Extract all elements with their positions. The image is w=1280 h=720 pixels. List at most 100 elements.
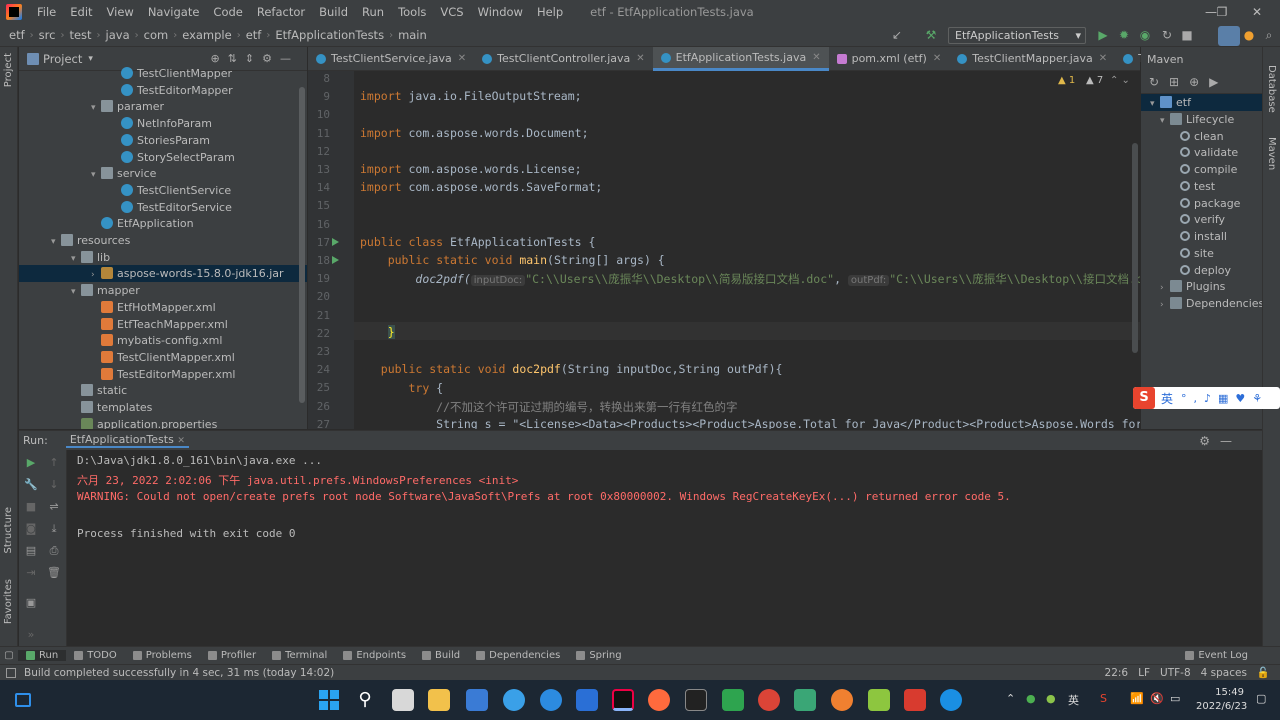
widgets-icon[interactable] (12, 689, 34, 711)
menu-refactor[interactable]: Refactor (250, 0, 312, 24)
sogou-ime-toolbar[interactable]: S 英 °,♪▦♥⚘ (1133, 387, 1280, 409)
exit-icon[interactable]: ⇥ (24, 566, 38, 580)
tool-window-endpoints[interactable]: Endpoints (335, 650, 414, 661)
run-tab[interactable]: EtfApplicationTests ✕ (65, 433, 189, 448)
indent-setting[interactable]: 4 spaces (1201, 667, 1247, 679)
store-icon[interactable] (466, 689, 488, 711)
navicat-icon[interactable] (868, 689, 890, 711)
project-tree-item[interactable]: TestClientMapper (19, 65, 307, 82)
editor-tab[interactable]: TestClientMapper.java ✕ (949, 47, 1115, 71)
console-output[interactable]: D:\Java\jdk1.8.0_161\bin\java.exe ... 六月 … (67, 450, 1262, 646)
status-message[interactable]: Build completed successfully in 4 sec, 3… (24, 667, 334, 679)
menu-file[interactable]: File (30, 0, 63, 24)
chevron-down-icon[interactable]: ▾ (88, 54, 93, 64)
project-tree-item[interactable]: application.properties (19, 416, 307, 429)
code-editor[interactable]: 8 9 10 11 12 13 14 15 16 17 18 19 20 21 22 23 24 25 26 27 ▲… (308, 71, 1140, 429)
project-tree-item[interactable]: ▾ lib (19, 249, 307, 266)
project-tree-item[interactable]: StorySelectParam (19, 149, 307, 166)
menu-help[interactable]: Help (530, 0, 570, 24)
project-tree-item[interactable]: ▾ resources (19, 232, 307, 249)
maven-toolbar[interactable]: ↻⊞⊕▶ (1141, 71, 1262, 94)
ime-tool-icons[interactable]: °,♪▦♥⚘ (1181, 392, 1269, 405)
project-tree-item[interactable]: TestEditorService (19, 199, 307, 216)
project-tree-item[interactable]: StoriesParam (19, 132, 307, 149)
close-tab-icon[interactable]: ✕ (1099, 47, 1107, 71)
update-icon[interactable]: ● (1242, 28, 1256, 42)
maven-tree-item[interactable]: site (1141, 245, 1262, 262)
tray-app-icon[interactable]: ● (1026, 692, 1036, 705)
task-view-icon[interactable] (392, 689, 414, 711)
run-class-gutter-icon[interactable] (332, 238, 339, 246)
project-tree-item[interactable]: TestEditorMapper.xml (19, 366, 307, 383)
notepad-icon[interactable] (576, 689, 598, 711)
search-everywhere-icon[interactable]: ⌕ (1262, 28, 1276, 42)
tray-sogou-icon[interactable]: S (1100, 692, 1107, 705)
scroll-down-icon[interactable]: ↓ (47, 478, 61, 492)
terminal-icon[interactable] (685, 689, 707, 711)
search-icon[interactable]: ⚲ (354, 689, 376, 711)
sublime-icon[interactable] (794, 689, 816, 711)
pin-icon[interactable]: ▣ (24, 596, 38, 610)
project-tool-tab[interactable]: Project (3, 53, 14, 87)
editor-tab[interactable]: pom.xml (etf) ✕ (829, 47, 950, 71)
volume-icon[interactable]: 🔇 (1150, 692, 1164, 705)
project-tree-item[interactable]: ▾ service (19, 165, 307, 182)
sogou-search-icon[interactable] (831, 689, 853, 711)
start-icon[interactable] (318, 689, 340, 711)
close-tab-icon[interactable]: ✕ (812, 46, 820, 70)
stop-icon[interactable]: ■ (24, 500, 38, 514)
back-arrow-icon[interactable]: ↙ (890, 28, 904, 42)
caret-position[interactable]: 22:6 (1105, 667, 1129, 679)
breadcrumb-item[interactable]: example (179, 28, 235, 42)
menu-window[interactable]: Window (471, 0, 530, 24)
project-tree-item[interactable]: static (19, 382, 307, 399)
maven-tree-item[interactable]: › Dependencies (1141, 295, 1262, 312)
menu-vcs[interactable]: VCS (433, 0, 470, 24)
close-icon[interactable]: ✕ (177, 436, 185, 446)
chrome-icon[interactable] (758, 689, 780, 711)
battery-icon[interactable]: ▭ (1170, 692, 1180, 705)
trash-icon[interactable]: 🗑 (47, 566, 61, 580)
camera-icon[interactable]: ◙ (24, 522, 38, 536)
event-log-button[interactable]: Event Log (1177, 650, 1256, 661)
breadcrumb-item[interactable]: src (36, 28, 59, 42)
tool-window-todo[interactable]: TODO (66, 650, 125, 661)
editor-scrollbar[interactable] (1132, 143, 1138, 353)
intellij-taskbar-icon[interactable] (612, 689, 634, 711)
input-language[interactable]: 英 (1068, 692, 1079, 708)
scroll-end-icon[interactable]: ⤓ (47, 522, 61, 536)
print-icon[interactable]: ⎙ (47, 544, 61, 558)
tool-window-profiler[interactable]: Profiler (200, 650, 264, 661)
menu-build[interactable]: Build (312, 0, 355, 24)
debug-icon[interactable]: ✹ (1117, 28, 1131, 42)
toggle-tool-windows-icon[interactable]: ▢ (0, 650, 18, 661)
breadcrumb-item[interactable]: etf (243, 28, 265, 42)
close-tab-icon[interactable]: ✕ (636, 47, 644, 71)
edge-icon[interactable] (503, 689, 525, 711)
structure-tool-tab[interactable]: Structure (3, 507, 14, 554)
project-tree-item[interactable]: TestClientMapper.xml (19, 349, 307, 366)
menu-edit[interactable]: Edit (63, 0, 99, 24)
run-configuration-select[interactable]: EtfApplicationTests ▾ (948, 27, 1086, 44)
clock-date[interactable]: 2022/6/23 (1196, 701, 1247, 712)
soft-wrap-icon[interactable]: ⇌ (47, 500, 61, 514)
maven-tree-item[interactable]: test (1141, 178, 1262, 195)
status-toggle-icon[interactable] (6, 667, 16, 678)
wifi-icon[interactable]: 📶 (1130, 692, 1144, 705)
tool-window-dependencies[interactable]: Dependencies (468, 650, 568, 661)
project-scrollbar[interactable] (299, 87, 305, 403)
project-tree-item[interactable]: EtfHotMapper.xml (19, 299, 307, 316)
close-tab-icon[interactable]: ✕ (933, 47, 941, 71)
postman-icon[interactable] (648, 689, 670, 711)
project-tree-item[interactable]: NetInfoParam (19, 115, 307, 132)
run-icon[interactable]: ▶ (1096, 28, 1110, 42)
qq-icon[interactable] (940, 689, 962, 711)
project-panel-title[interactable]: Project (43, 52, 82, 66)
project-tree-item[interactable]: EtfApplication (19, 215, 307, 232)
menu-view[interactable]: View (100, 0, 141, 24)
tray-app2-icon[interactable]: ● (1046, 692, 1056, 705)
maven-tree-item[interactable]: › Plugins (1141, 278, 1262, 295)
stop-icon[interactable]: ■ (1180, 28, 1194, 42)
tool-window-spring[interactable]: Spring (568, 650, 629, 661)
ime-mode-label[interactable]: 英 (1161, 390, 1173, 407)
